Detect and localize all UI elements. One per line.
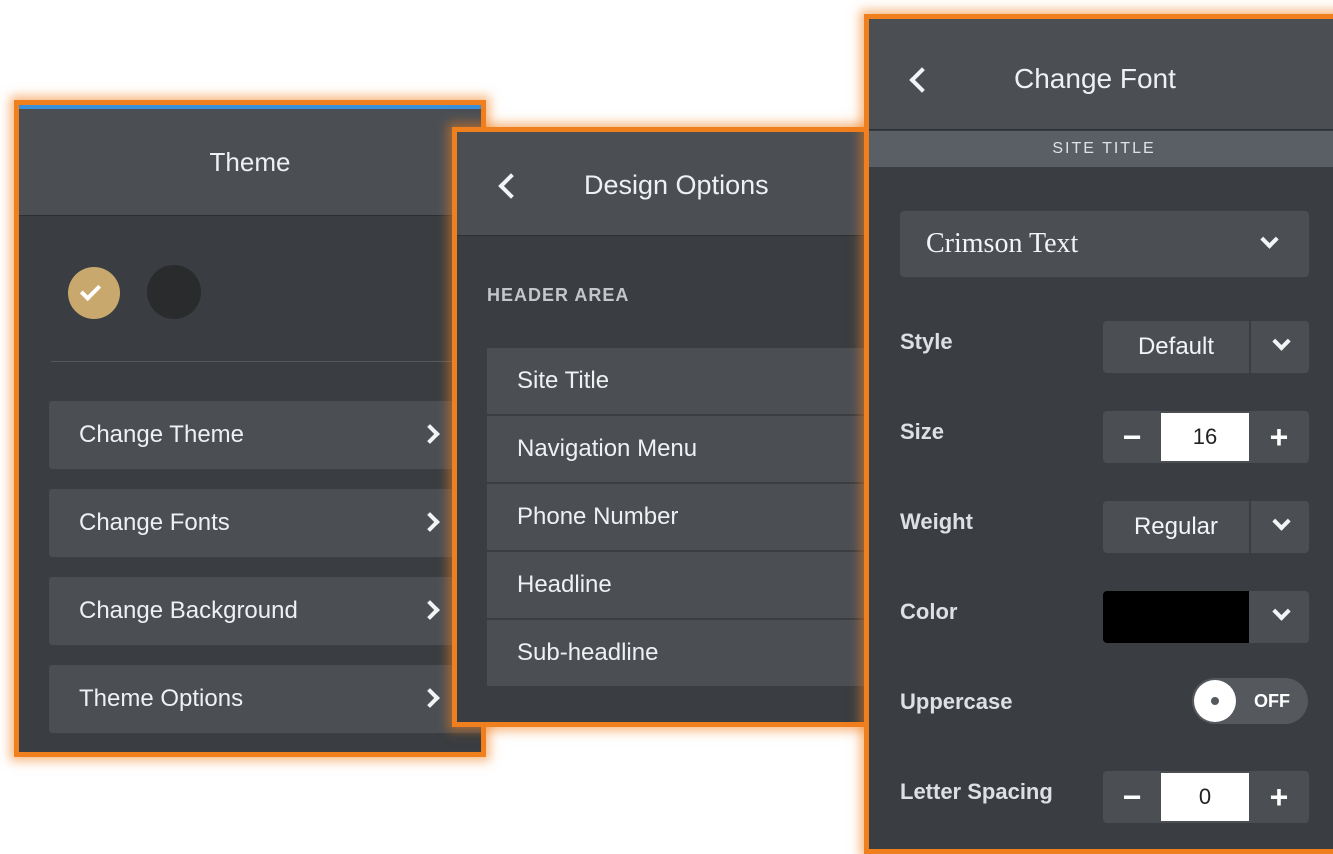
menu-item-label: Change Fonts xyxy=(79,509,230,536)
size-stepper[interactable]: − 16 + xyxy=(1103,411,1309,463)
back-chevron-icon[interactable] xyxy=(498,173,524,199)
theme-panel-header: Theme xyxy=(19,109,481,216)
change-font-title: Change Font xyxy=(1014,63,1176,94)
chevron-right-icon xyxy=(420,600,440,620)
change-font-header: Change Font xyxy=(869,19,1333,130)
size-increment-button[interactable]: + xyxy=(1249,411,1309,463)
list-item-site-title[interactable]: Site Title xyxy=(487,348,867,416)
weight-select[interactable]: Regular xyxy=(1103,501,1309,553)
list-item-headline[interactable]: Headline xyxy=(487,552,867,620)
menu-item-label: Theme Options xyxy=(79,685,244,712)
chevron-right-icon xyxy=(420,512,440,532)
toggle-knob xyxy=(1194,680,1236,722)
letter-spacing-decrement-button[interactable]: − xyxy=(1103,771,1161,823)
header-area-list: Site Title Navigation Menu Phone Number … xyxy=(487,348,867,688)
back-chevron-icon[interactable] xyxy=(909,67,935,93)
size-value-input[interactable]: 16 xyxy=(1161,413,1249,461)
list-item-label: Navigation Menu xyxy=(517,435,698,462)
design-options-title: Design Options xyxy=(584,170,769,200)
chevron-down-icon xyxy=(1272,512,1291,531)
section-subtitle-bar: SITE TITLE xyxy=(869,131,1333,167)
chevron-right-icon xyxy=(420,424,440,444)
toggle-state: OFF xyxy=(1254,691,1290,711)
section-label: HEADER AREA xyxy=(487,285,630,305)
list-item-label: Site Title xyxy=(517,367,610,394)
divider xyxy=(1249,321,1251,373)
list-item-label: Phone Number xyxy=(517,503,679,530)
weight-value: Regular xyxy=(1133,513,1219,540)
font-family-select[interactable]: Crimson Text xyxy=(900,211,1309,277)
uppercase-toggle[interactable]: OFF xyxy=(1192,678,1308,724)
change-font-panel: Change Font SITE TITLE Crimson Text Styl… xyxy=(864,14,1333,854)
uppercase-label: Uppercase xyxy=(900,689,1013,714)
design-options-header: Design Options xyxy=(457,132,867,236)
list-item-phone-number[interactable]: Phone Number xyxy=(487,484,867,552)
letter-spacing-value-input[interactable]: 0 xyxy=(1161,773,1249,821)
weight-label: Weight xyxy=(900,509,973,534)
section-subtitle: SITE TITLE xyxy=(1052,140,1156,157)
checkmark-icon xyxy=(79,279,102,302)
letter-spacing-label: Letter Spacing xyxy=(900,779,1053,804)
list-item-sub-headline[interactable]: Sub-headline xyxy=(487,620,867,688)
theme-swatch-dark[interactable] xyxy=(147,265,201,319)
color-picker[interactable] xyxy=(1103,591,1309,643)
chevron-down-icon xyxy=(1260,230,1279,249)
list-item-navigation-menu[interactable]: Navigation Menu xyxy=(487,416,867,484)
chevron-right-icon xyxy=(420,688,440,708)
list-item-label: Sub-headline xyxy=(517,639,659,666)
menu-item-label: Change Background xyxy=(79,597,298,624)
theme-panel-title: Theme xyxy=(209,146,291,177)
size-label: Size xyxy=(900,419,945,444)
size-decrement-button[interactable]: − xyxy=(1103,411,1161,463)
letter-spacing-increment-button[interactable]: + xyxy=(1249,771,1309,823)
color-label: Color xyxy=(900,599,958,624)
chevron-down-icon xyxy=(1272,332,1291,351)
change-fonts-button[interactable]: Change Fonts xyxy=(49,489,481,557)
change-theme-button[interactable]: Change Theme xyxy=(49,401,481,469)
theme-swatch-gold[interactable] xyxy=(68,267,120,319)
theme-options-button[interactable]: Theme Options xyxy=(49,665,481,733)
divider xyxy=(51,361,481,362)
style-select[interactable]: Default xyxy=(1103,321,1309,373)
color-swatch xyxy=(1103,591,1249,643)
design-options-panel: Design Options HEADER AREA Site Title Na… xyxy=(452,127,872,727)
menu-item-label: Change Theme xyxy=(79,421,244,448)
change-background-button[interactable]: Change Background xyxy=(49,577,481,645)
list-item-label: Headline xyxy=(517,571,612,598)
divider xyxy=(1249,501,1251,553)
style-label: Style xyxy=(900,329,953,354)
letter-spacing-stepper[interactable]: − 0 + xyxy=(1103,771,1309,823)
style-value: Default xyxy=(1137,333,1215,360)
theme-panel: Theme Change Theme Change Fonts Change B… xyxy=(14,100,486,757)
chevron-down-icon xyxy=(1272,602,1291,621)
font-family-value: Crimson Text xyxy=(926,228,1079,259)
